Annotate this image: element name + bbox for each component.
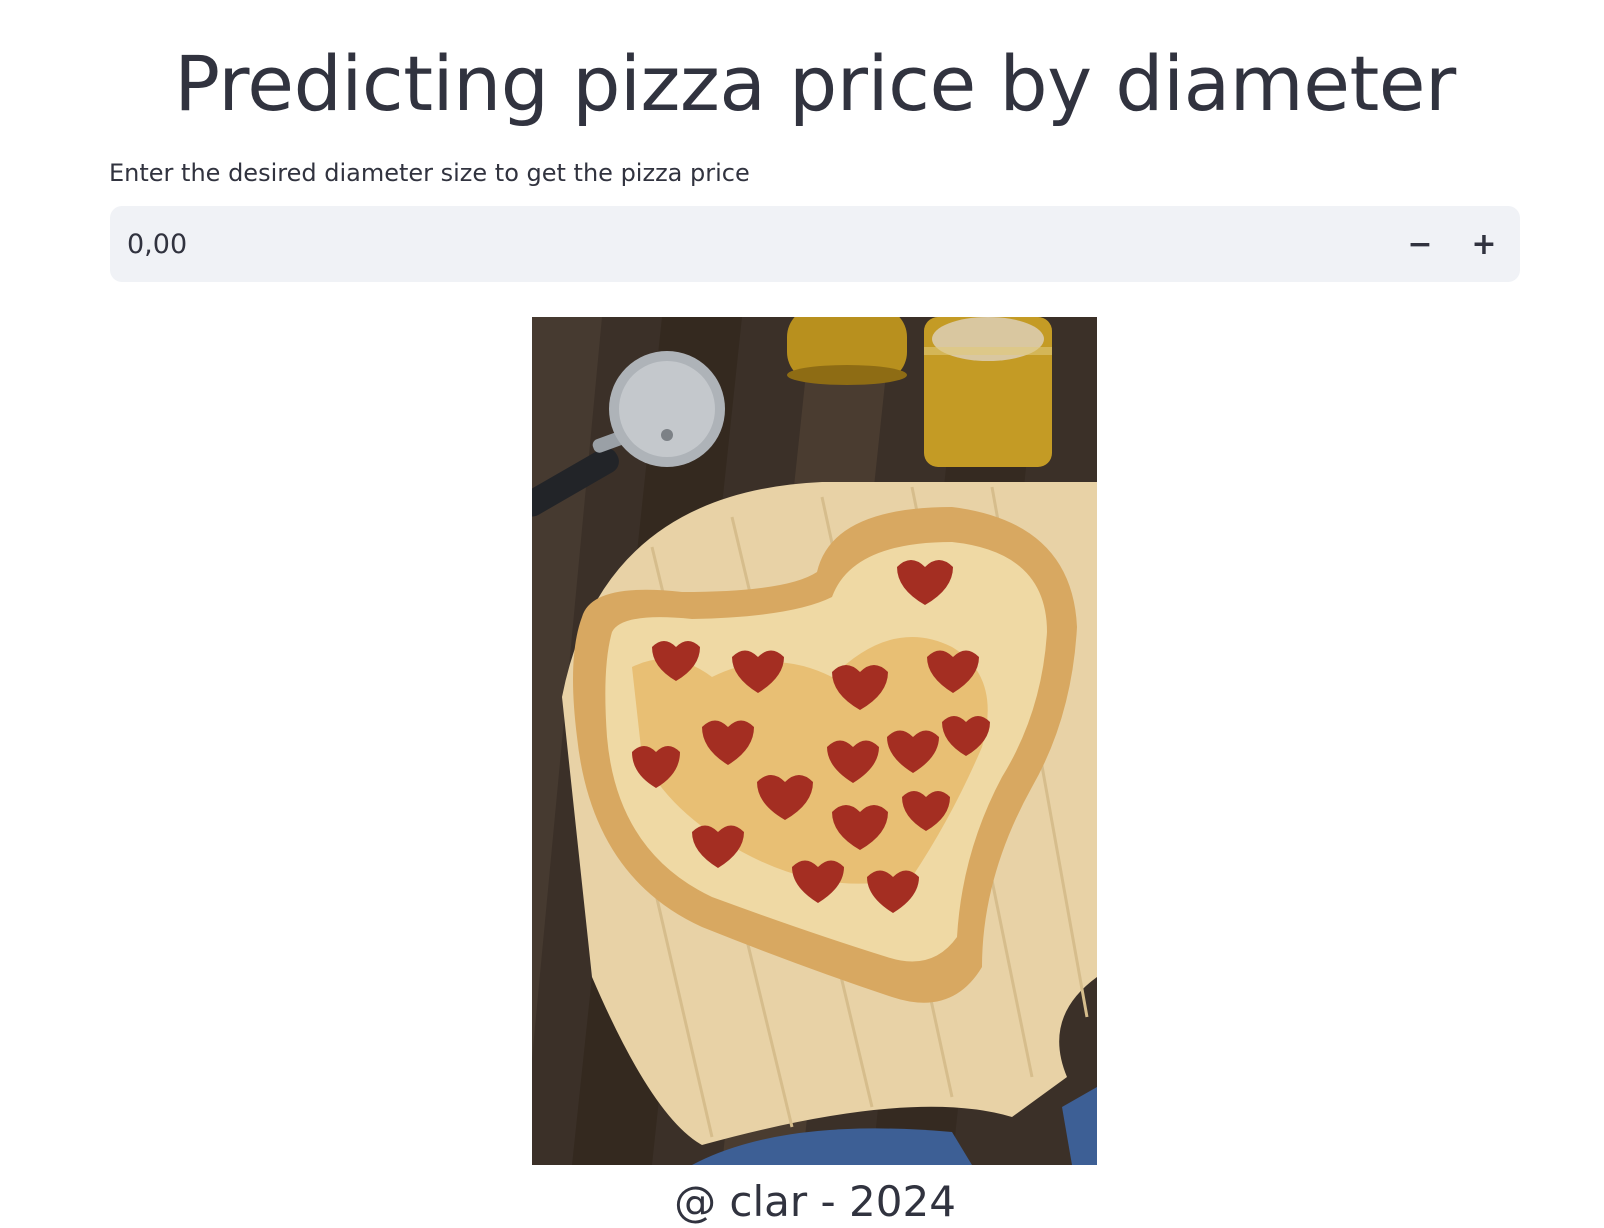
decrement-button[interactable]: − xyxy=(1388,206,1452,282)
diameter-input-field[interactable] xyxy=(110,205,1388,283)
pizza-image xyxy=(532,317,1097,1165)
image-caption: @ clar - 2024 xyxy=(674,1177,956,1226)
increment-button[interactable]: + xyxy=(1452,206,1516,282)
diameter-number-input: − + xyxy=(110,205,1520,283)
diameter-input-label: Enter the desired diameter size to get t… xyxy=(109,159,750,187)
page-title: Predicting pizza price by diameter xyxy=(174,39,1456,128)
